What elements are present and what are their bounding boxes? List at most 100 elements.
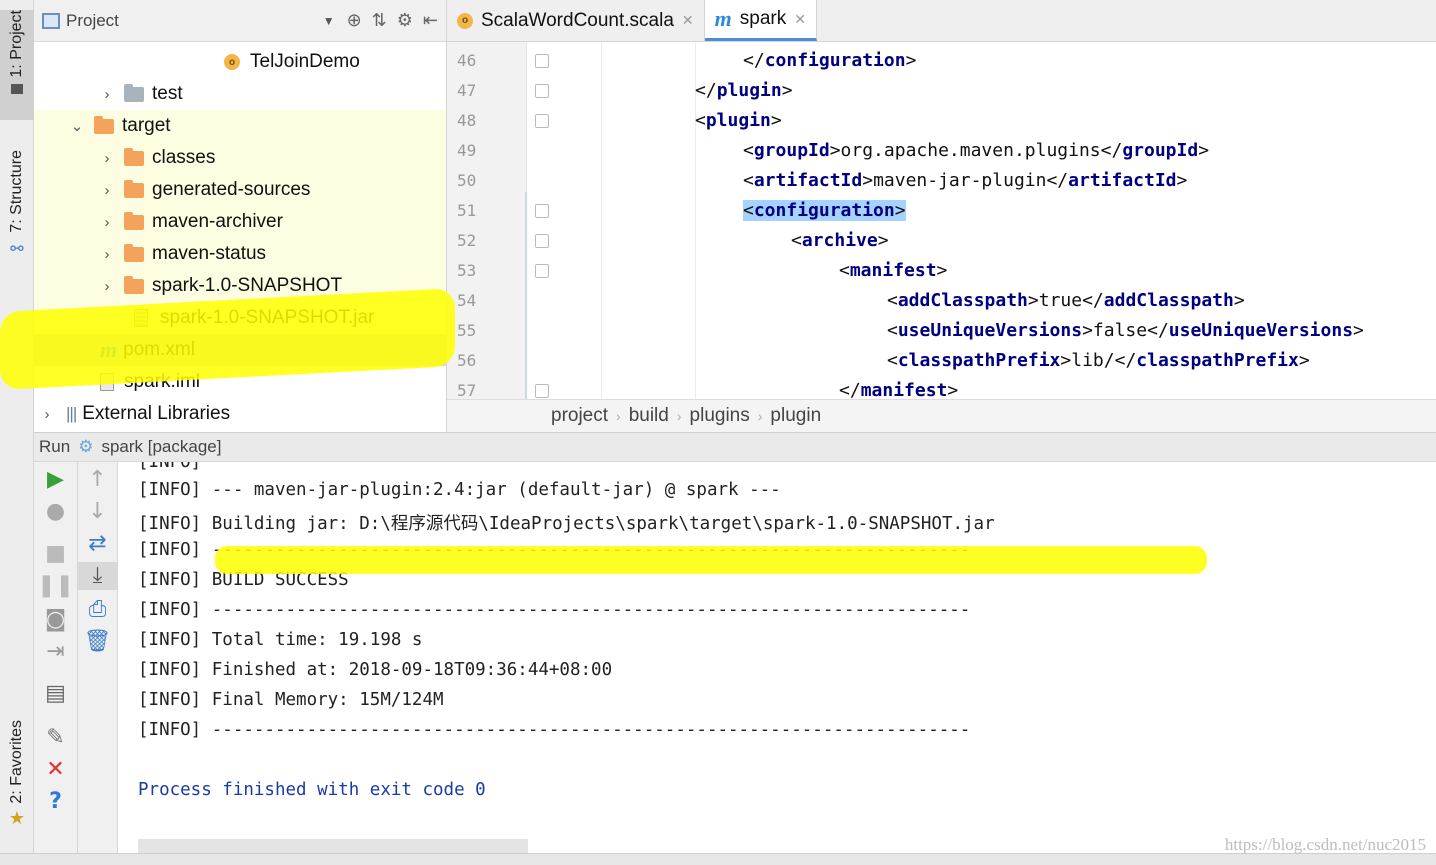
tree-item-label: classes <box>152 147 216 168</box>
chevron-right-icon[interactable]: › <box>100 278 114 295</box>
run-panel-header: Run ⚙ spark [package] <box>34 432 1436 462</box>
pause-icon[interactable]: ❚❚ <box>34 572 77 600</box>
chevron-down-icon[interactable]: ⌄ <box>70 117 84 135</box>
exit-icon[interactable]: ⇥ <box>34 638 77 666</box>
tree-item-target[interactable]: ⌄ target <box>34 110 446 142</box>
camera-icon[interactable]: ◙ <box>34 606 77 634</box>
line-number: 52 <box>457 231 477 250</box>
console-output[interactable]: [INFO] [INFO] --- maven-jar-plugin:2.4:j… <box>118 462 1436 853</box>
locate-icon[interactable]: ⊕ <box>347 10 362 31</box>
view-dropdown-icon[interactable]: ▼ <box>323 14 335 28</box>
fold-marker[interactable] <box>535 54 549 68</box>
stop-icon[interactable]: ■ <box>34 540 77 568</box>
chevron-right-icon: › <box>676 408 682 424</box>
maven-icon: m <box>100 337 118 362</box>
settings-gear-icon[interactable]: ⚙ <box>397 10 413 31</box>
code-line: <configuration> <box>743 200 906 221</box>
fold-marker[interactable] <box>535 204 549 218</box>
close-icon[interactable]: ✕ <box>34 756 77 784</box>
run-toolbar: ▶ ● ■ ❚❚ ◙ ⇥ ▤ ✎ ✕ ? <box>34 462 78 853</box>
fold-marker[interactable] <box>535 84 549 98</box>
breadcrumb-item[interactable]: project <box>551 405 608 427</box>
console-line: [INFO] ---------------------------------… <box>138 540 971 560</box>
pin-icon[interactable]: ✎ <box>34 724 77 752</box>
trash-icon[interactable]: 🗑 <box>78 628 117 656</box>
tab-label: ScalaWordCount.scala <box>481 9 674 31</box>
chevron-right-icon[interactable]: › <box>100 86 114 103</box>
tree-item-label: generated-sources <box>152 179 311 200</box>
tab-label: spark <box>739 8 787 29</box>
print-icon[interactable]: ⎙ <box>78 596 117 624</box>
code-line: <classpathPrefix>lib/</classpathPrefix> <box>887 350 1310 371</box>
code-line: <addClasspath>true</addClasspath> <box>887 290 1245 311</box>
project-tool-tab[interactable]: 1: Project <box>0 10 34 120</box>
fold-marker[interactable] <box>535 384 549 398</box>
line-number: 56 <box>457 351 477 370</box>
tree-item-spark-snapshot-jar[interactable]: spark-1.0-SNAPSHOT.jar <box>34 302 446 334</box>
debug-icon[interactable]: ● <box>34 498 77 526</box>
line-number: 46 <box>457 51 477 70</box>
close-icon[interactable]: ✕ <box>794 11 806 28</box>
tree-item-maven-status[interactable]: › maven-status <box>34 238 446 270</box>
structure-tool-tab[interactable]: 7: Structure ⚯ <box>0 150 34 270</box>
breadcrumb-item[interactable]: plugins <box>690 405 750 427</box>
chevron-right-icon[interactable]: › <box>100 246 114 263</box>
tree-item-test[interactable]: › test <box>34 78 446 110</box>
breadcrumb-item[interactable]: build <box>629 405 669 427</box>
tree-item-spark-iml[interactable]: spark.iml <box>34 366 446 398</box>
hide-panel-icon[interactable]: ⇤ <box>423 10 438 31</box>
folder-icon <box>124 243 144 262</box>
chevron-right-icon: › <box>757 408 763 424</box>
project-panel-header: Project ▼ ⊕ ⇅ ⚙ ⇤ <box>34 0 446 42</box>
tree-item-teljoindemo[interactable]: o TelJoinDemo <box>34 46 446 78</box>
horizontal-scrollbar[interactable] <box>138 839 528 853</box>
console-line: [INFO] Final Memory: 15M/124M <box>138 690 444 710</box>
layout-icon[interactable]: ▤ <box>34 680 77 708</box>
fold-marker[interactable] <box>535 234 549 248</box>
favorites-tool-label: 2: Favorites <box>8 720 25 804</box>
tree-item-external-libraries[interactable]: › ||| External Libraries <box>34 398 446 430</box>
chevron-right-icon[interactable]: › <box>40 406 54 423</box>
arrow-up-icon[interactable]: ↑ <box>78 466 117 494</box>
code-line: <useUniqueVersions>false</useUniqueVersi… <box>887 320 1364 341</box>
code-line: </configuration> <box>743 50 917 71</box>
close-icon[interactable]: ✕ <box>682 12 694 29</box>
arrow-down-icon[interactable]: ↓ <box>78 498 117 526</box>
folder-icon <box>124 211 144 230</box>
line-number: 49 <box>457 141 477 160</box>
chevron-right-icon[interactable]: › <box>100 150 114 167</box>
maven-icon: m <box>714 6 732 31</box>
chevron-right-icon: › <box>616 408 621 424</box>
tab-spark[interactable]: m spark ✕ <box>704 0 817 41</box>
scroll-to-end-icon[interactable]: ⤓ <box>78 562 117 590</box>
soft-wrap-icon[interactable]: ⇄ <box>78 530 117 558</box>
editor-tabs: o ScalaWordCount.scala ✕ m spark ✕ <box>447 0 1436 42</box>
rerun-icon[interactable]: ▶ <box>34 466 77 494</box>
run-config-tab[interactable]: spark [package] <box>101 437 221 457</box>
favorites-tool-tab[interactable]: 2: Favorites ★ <box>0 720 34 840</box>
structure-tool-label: 7: Structure <box>8 150 25 233</box>
help-icon[interactable]: ? <box>34 788 77 816</box>
console-line: [INFO] <box>138 462 202 472</box>
tree-item-spark-snapshot-folder[interactable]: › spark-1.0-SNAPSHOT <box>34 270 446 302</box>
star-icon: ★ <box>8 807 26 829</box>
tree-item-classes[interactable]: › classes <box>34 142 446 174</box>
chevron-right-icon[interactable]: › <box>100 214 114 231</box>
tree-item-pom-xml[interactable]: m pom.xml <box>34 334 446 366</box>
collapse-icon[interactable]: ⇅ <box>372 10 387 31</box>
fold-marker[interactable] <box>535 264 549 278</box>
scope-guide <box>525 192 527 399</box>
tab-scalawordcount[interactable]: o ScalaWordCount.scala ✕ <box>447 0 705 41</box>
tree-item-maven-archiver[interactable]: › maven-archiver <box>34 206 446 238</box>
breadcrumb-item[interactable]: plugin <box>770 405 821 427</box>
chevron-right-icon[interactable]: › <box>100 182 114 199</box>
watermark: https://blog.csdn.net/nuc2015 <box>1224 835 1426 854</box>
console-line: [INFO] Finished at: 2018-09-18T09:36:44+… <box>138 660 613 680</box>
project-tool-icon <box>11 83 23 94</box>
line-number: 51 <box>457 201 477 220</box>
code-line: <artifactId>maven-jar-plugin</artifactId… <box>743 170 1188 191</box>
jar-icon <box>134 309 148 327</box>
fold-marker[interactable] <box>535 114 549 128</box>
tree-item-generated-sources[interactable]: › generated-sources <box>34 174 446 206</box>
code-editor[interactable]: 46 </configuration> 47 </plugin> 48 <plugin> 4… <box>447 42 1436 399</box>
